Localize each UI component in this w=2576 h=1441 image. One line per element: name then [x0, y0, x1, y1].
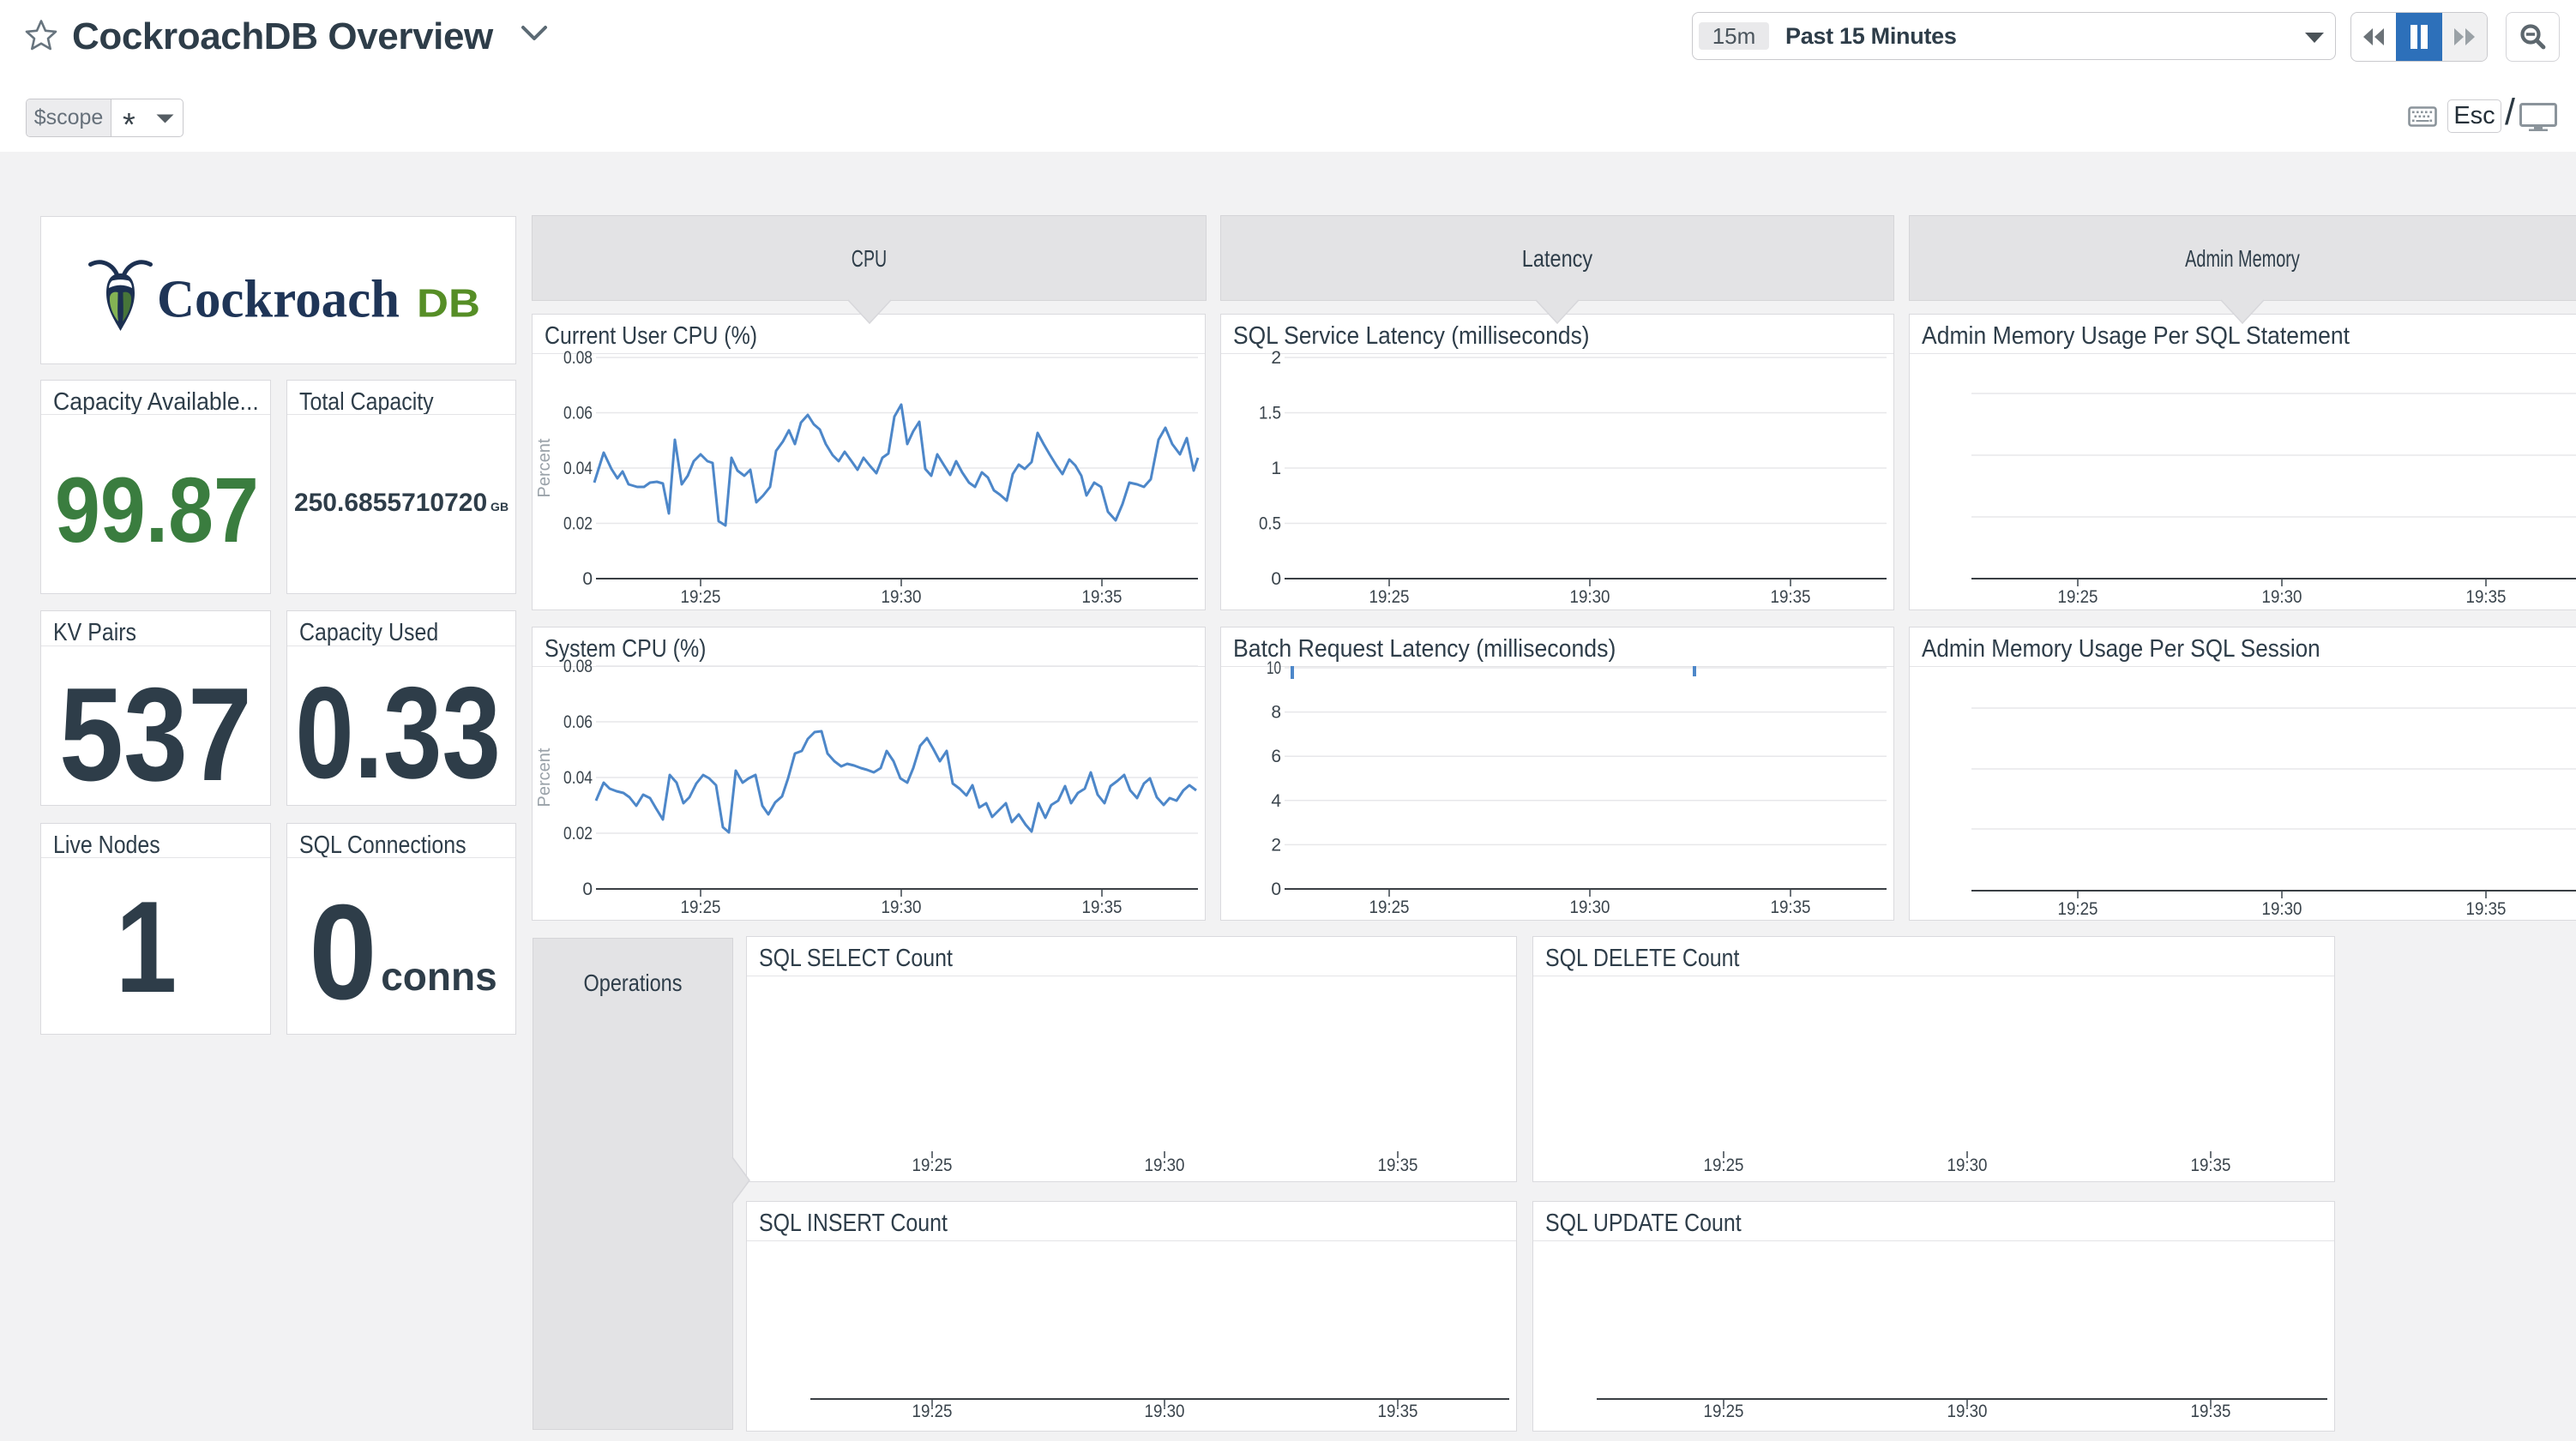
svg-text:0.04: 0.04: [563, 459, 593, 478]
svg-text:19:35: 19:35: [1378, 1402, 1418, 1421]
svg-text:19:35: 19:35: [2191, 1156, 2231, 1175]
svg-text:19:25: 19:25: [681, 587, 721, 607]
svg-text:19:35: 19:35: [2191, 1402, 2231, 1421]
svg-text:19:35: 19:35: [1082, 587, 1122, 607]
svg-text:Percent: Percent: [535, 438, 554, 497]
svg-text:1.5: 1.5: [1259, 404, 1281, 423]
svg-text:2: 2: [1271, 348, 1281, 368]
svg-text:19:30: 19:30: [1145, 1156, 1185, 1175]
svg-text:0: 0: [582, 880, 593, 899]
svg-text:Cockroach: Cockroach: [157, 271, 400, 329]
svg-text:8: 8: [1271, 703, 1281, 723]
svg-text:19:25: 19:25: [2058, 587, 2098, 607]
svg-text:19:30: 19:30: [1570, 898, 1610, 917]
svg-text:19:35: 19:35: [1771, 587, 1811, 607]
svg-text:19:25: 19:25: [681, 898, 721, 917]
svg-text:0.08: 0.08: [563, 348, 593, 368]
svg-text:19:25: 19:25: [1369, 898, 1410, 917]
svg-text:19:35: 19:35: [1378, 1156, 1418, 1175]
svg-text:4: 4: [1271, 791, 1281, 811]
svg-text:0.06: 0.06: [563, 404, 593, 423]
svg-text:19:35: 19:35: [2466, 899, 2507, 919]
svg-text:19:30: 19:30: [882, 587, 922, 607]
svg-text:19:25: 19:25: [2058, 899, 2098, 919]
svg-text:19:30: 19:30: [2262, 899, 2302, 919]
svg-text:10: 10: [1267, 658, 1281, 678]
svg-text:DB: DB: [417, 281, 480, 326]
svg-text:19:30: 19:30: [1145, 1402, 1185, 1421]
svg-text:0.06: 0.06: [563, 712, 593, 732]
svg-text:0: 0: [582, 569, 593, 589]
svg-text:19:30: 19:30: [1947, 1402, 1988, 1421]
svg-text:19:30: 19:30: [2262, 587, 2302, 607]
svg-text:0.02: 0.02: [563, 514, 593, 534]
svg-text:0.08: 0.08: [563, 657, 593, 676]
svg-text:19:30: 19:30: [882, 898, 922, 917]
svg-text:0.02: 0.02: [563, 824, 593, 844]
svg-text:2: 2: [1271, 835, 1281, 855]
svg-text:19:25: 19:25: [1704, 1402, 1744, 1421]
svg-text:0: 0: [1271, 569, 1281, 589]
svg-text:19:30: 19:30: [1570, 587, 1610, 607]
svg-text:19:25: 19:25: [1369, 587, 1410, 607]
svg-text:0: 0: [1271, 880, 1281, 899]
svg-text:19:35: 19:35: [1771, 898, 1811, 917]
svg-text:6: 6: [1271, 747, 1281, 766]
svg-text:19:25: 19:25: [912, 1156, 953, 1175]
svg-text:19:25: 19:25: [912, 1402, 953, 1421]
svg-text:Percent: Percent: [535, 748, 554, 807]
svg-text:19:30: 19:30: [1947, 1156, 1988, 1175]
svg-text:19:25: 19:25: [1704, 1156, 1744, 1175]
svg-text:19:35: 19:35: [1082, 898, 1122, 917]
svg-text:0.5: 0.5: [1259, 514, 1281, 534]
svg-text:1: 1: [1271, 459, 1281, 478]
svg-text:19:35: 19:35: [2466, 587, 2507, 607]
svg-text:0.04: 0.04: [563, 768, 593, 788]
